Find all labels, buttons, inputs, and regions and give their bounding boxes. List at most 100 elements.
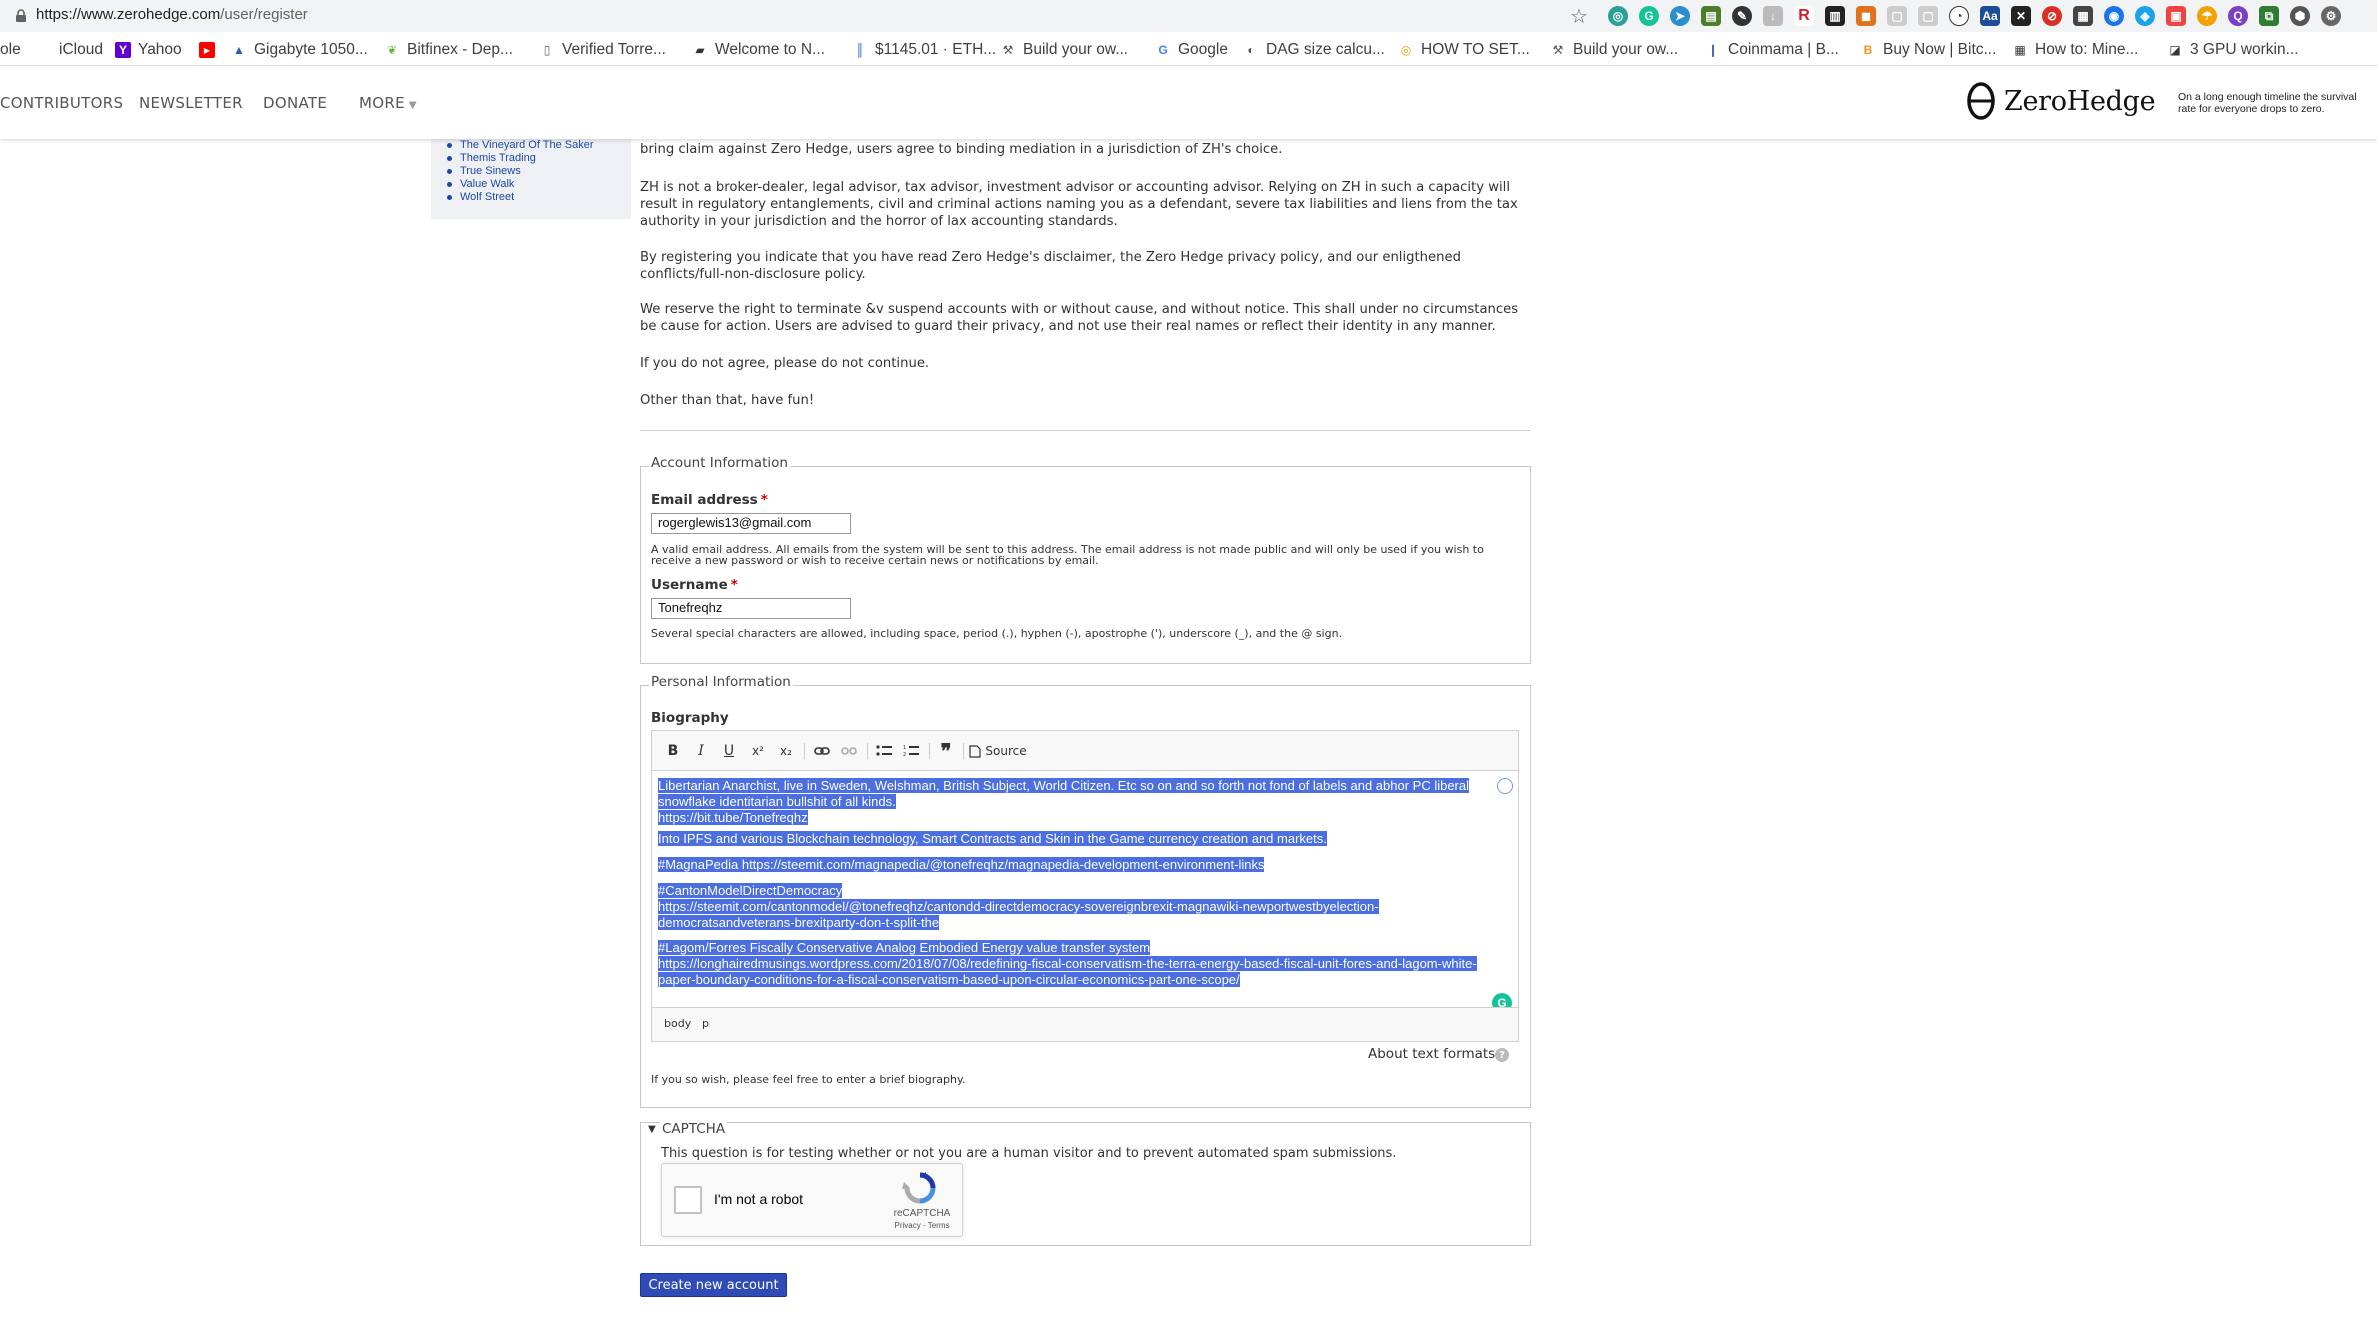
required-marker: *: [760, 492, 768, 508]
bookmark-item[interactable]: ▯ Verified Torre...: [539, 40, 666, 60]
path-body[interactable]: body: [664, 1017, 691, 1030]
download-extension-icon[interactable]: ↓: [1763, 6, 1783, 26]
sidebar-link[interactable]: Value Walk: [447, 178, 594, 191]
help-icon[interactable]: ?: [1495, 1048, 1509, 1062]
bookmark-item[interactable]: Y Yahoo: [115, 40, 182, 60]
bookmark-item[interactable]: ole: [0, 40, 21, 60]
bookmark-item[interactable]: ◪ 3 GPU workin...: [2167, 40, 2298, 60]
telegram-extension-icon[interactable]: ➤: [1670, 6, 1690, 26]
bookmark-item[interactable]: ❦ Bitfinex - Dep...: [384, 40, 513, 60]
miner-icon: ⚒: [1002, 43, 1014, 57]
sidebar-link-list: The Vineyard Of The Saker Themis Trading…: [431, 139, 631, 219]
toolbar-separator: [963, 743, 964, 759]
extension-icon[interactable]: Q: [2228, 6, 2248, 26]
source-button[interactable]: Source: [968, 741, 1028, 761]
address-bar[interactable]: https://www.zerohedge.com/user/register …: [0, 0, 2377, 32]
biography-description: If you so wish, please feel free to ente…: [651, 1073, 966, 1086]
extension-icon[interactable]: ▢: [1918, 6, 1938, 26]
email-field[interactable]: rogerglewis13@gmail.com: [651, 513, 851, 534]
google-icon: G: [1158, 43, 1168, 57]
extension-icon[interactable]: ◎: [1608, 6, 1628, 26]
extension-icon[interactable]: ◈: [2135, 6, 2155, 26]
bookmark-star-icon[interactable]: ☆: [1570, 4, 1588, 28]
extension-icon[interactable]: ⬢: [2290, 6, 2310, 26]
underline-button[interactable]: U: [720, 741, 738, 761]
username-field[interactable]: Tonefreqhz: [651, 598, 851, 619]
bookmark-item[interactable]: ◎ HOW TO SET...: [1398, 40, 1530, 60]
extension-icon[interactable]: ◉: [2104, 6, 2124, 26]
blockquote-icon[interactable]: ❞: [935, 739, 957, 763]
bookmark-item[interactable]: iCloud: [36, 40, 103, 60]
sidebar-link[interactable]: True Sinews: [447, 165, 594, 178]
extension-icon[interactable]: ⚙: [2321, 6, 2341, 26]
extension-icon[interactable]: ✕: [2011, 6, 2031, 26]
coin-icon: ◎: [1400, 43, 1412, 57]
bookmark-item[interactable]: ❙ Coinmama | B...: [1705, 40, 1839, 60]
bookmark-item[interactable]: ║ $1145.01 · ETH...: [852, 40, 996, 60]
path-p[interactable]: p: [702, 1017, 709, 1030]
bookmark-item[interactable]: B Buy Now | Bitc...: [1860, 40, 1997, 60]
extension-icon[interactable]: ▥: [1825, 6, 1845, 26]
bookmark-item[interactable]: G Google: [1155, 40, 1228, 60]
italic-button[interactable]: I: [692, 741, 710, 761]
toolbar-separator: [867, 743, 868, 759]
recaptcha-label: I'm not a robot: [714, 1191, 804, 1207]
bookmark-item[interactable]: ▲ Gigabyte 1050...: [231, 40, 368, 60]
extension-icon[interactable]: R: [1794, 6, 1814, 26]
bio-paragraph: Libertarian Anarchist, live in Sweden, W…: [658, 778, 1470, 825]
eth-icon: ║: [855, 43, 865, 57]
link-icon[interactable]: [812, 741, 832, 761]
extension-icon[interactable]: ▣: [2166, 6, 2186, 26]
sidebar-link[interactable]: The Vineyard Of The Saker: [447, 139, 594, 152]
bookmark-item[interactable]: ⚒ Build your ow...: [1550, 40, 1679, 60]
nav-more[interactable]: MORE ▼: [359, 94, 417, 112]
sidebar-link[interactable]: Wolf Street: [447, 191, 594, 204]
numbered-list-icon[interactable]: 12: [901, 741, 921, 761]
grammarly-status-icon[interactable]: [1497, 778, 1513, 794]
superscript-button[interactable]: x²: [747, 741, 769, 761]
captcha-legend[interactable]: CAPTCHA: [660, 1121, 728, 1137]
url-text[interactable]: https://www.zerohedge.com/user/register: [36, 6, 308, 23]
bold-button[interactable]: B: [664, 741, 682, 761]
about-text-formats-link[interactable]: About text formats: [1368, 1046, 1495, 1062]
bio-paragraph: #Lagom/Forres Fiscally Conservative Anal…: [658, 940, 1477, 987]
recaptcha-terms-link[interactable]: Privacy - Terms: [892, 1221, 952, 1230]
speed-extension-icon[interactable]: ◔: [1949, 6, 1969, 26]
extension-icon[interactable]: ✎: [1732, 6, 1752, 26]
svg-text:1: 1: [903, 745, 906, 751]
grammarly-icon[interactable]: G: [1492, 993, 1512, 1007]
nav-donate[interactable]: DONATE: [263, 94, 327, 112]
username-label: Username *: [651, 577, 738, 593]
grammarly-extension-icon[interactable]: G: [1639, 6, 1659, 26]
extension-icon[interactable]: ▢: [1887, 6, 1907, 26]
sidebar-link[interactable]: Themis Trading: [447, 152, 594, 165]
extension-icon[interactable]: ▤: [1701, 6, 1721, 26]
extension-icon[interactable]: ⊘: [2042, 6, 2062, 26]
unlink-icon[interactable]: [839, 741, 859, 761]
terms-paragraph: ZH is not a broker-dealer, legal advisor…: [640, 180, 1518, 229]
extension-icon[interactable]: ▦: [2073, 6, 2093, 26]
bookmark-item[interactable]: ⚒ Build your ow...: [1000, 40, 1129, 60]
subscript-button[interactable]: x₂: [775, 741, 797, 761]
nav-contributors[interactable]: CONTRIBUTORS: [0, 94, 123, 112]
toolbar-separator: [929, 743, 930, 759]
create-new-account-button[interactable]: Create new account: [640, 1273, 787, 1297]
coinmama-icon: ❙: [1707, 43, 1719, 57]
bulleted-list-icon[interactable]: [874, 741, 894, 761]
site-logo[interactable]: ZeroHedge: [1966, 81, 2156, 121]
mine-icon: ▦: [2014, 43, 2026, 57]
extension-icon[interactable]: ☂: [2197, 6, 2217, 26]
nav-newsletter[interactable]: NEWSLETTER: [139, 94, 243, 112]
yahoo-icon: Y: [115, 42, 131, 58]
bookmark-item[interactable]: ▰ Welcome to N...: [692, 40, 825, 60]
collapse-triangle-icon[interactable]: ▼: [648, 1124, 656, 1135]
source-icon: [969, 744, 981, 758]
bookmark-item[interactable]: ▶: [199, 40, 222, 60]
biography-textarea[interactable]: Libertarian Anarchist, live in Sweden, W…: [652, 772, 1518, 1007]
dictionary-extension-icon[interactable]: Aa: [1980, 6, 2000, 26]
extension-icon[interactable]: ◼: [1856, 6, 1876, 26]
bookmark-item[interactable]: ◐ DAG size calcu...: [1243, 40, 1385, 60]
recaptcha-checkbox[interactable]: [674, 1186, 702, 1214]
bookmark-item[interactable]: ▦ How to: Mine...: [2012, 40, 2138, 60]
extension-icon[interactable]: ⧉: [2259, 6, 2279, 26]
